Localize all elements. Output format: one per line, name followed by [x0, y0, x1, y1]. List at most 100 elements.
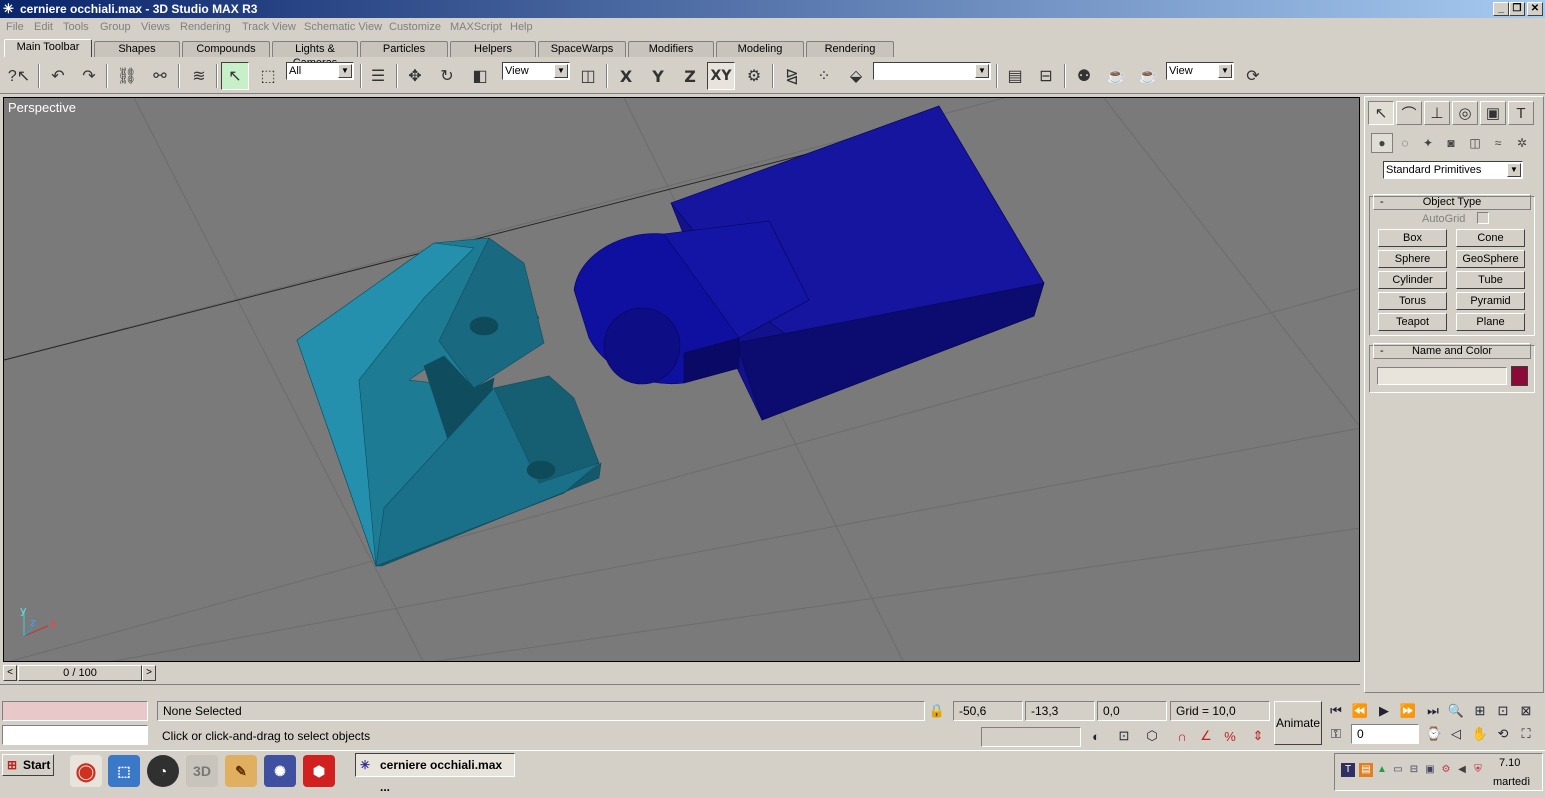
angle-snap-icon[interactable]: ∠: [1196, 726, 1216, 746]
plane-button[interactable]: Plane: [1456, 313, 1525, 331]
menu-file[interactable]: File: [6, 21, 24, 33]
restore-button[interactable]: ❐: [1509, 2, 1525, 16]
tube-button[interactable]: Tube: [1456, 271, 1525, 289]
geometry-icon[interactable]: ●: [1371, 133, 1393, 153]
arc-rotate-icon[interactable]: ⟲: [1493, 724, 1513, 744]
named-selection-dropdown[interactable]: ▼: [873, 62, 991, 80]
tray-drive-icon[interactable]: ▲: [1375, 763, 1389, 777]
go-to-start-icon[interactable]: ⏮: [1326, 701, 1346, 721]
menu-help[interactable]: Help: [510, 21, 533, 33]
play-icon[interactable]: ▶: [1374, 701, 1394, 721]
close-button[interactable]: ✕: [1527, 2, 1543, 16]
track-view-icon[interactable]: ▤: [1001, 62, 1029, 90]
move-icon[interactable]: ✥: [401, 62, 429, 90]
unlink-icon[interactable]: ⚯: [146, 62, 174, 90]
speedometer-icon[interactable]: ◔: [147, 755, 179, 787]
bind-spacewarp-icon[interactable]: ≋: [185, 62, 213, 90]
menu-tools[interactable]: Tools: [63, 21, 89, 33]
percent-snap-icon[interactable]: %: [1220, 726, 1240, 746]
reference-coord-dropdown[interactable]: View ▼: [502, 62, 570, 80]
time-next-button[interactable]: >: [142, 665, 156, 681]
animate-button[interactable]: Animate: [1274, 701, 1322, 745]
tab-rendering[interactable]: Rendering: [806, 41, 894, 57]
degradation-override-icon[interactable]: ◐: [1086, 726, 1106, 746]
z-coordinate-field[interactable]: 0,0: [1097, 701, 1167, 721]
file-manager-icon[interactable]: ⬚: [108, 755, 140, 787]
align-icon[interactable]: ⬙: [842, 62, 870, 90]
minimize-button[interactable]: _: [1493, 2, 1509, 16]
autogrid-checkbox[interactable]: [1477, 212, 1489, 224]
tray-app-icon[interactable]: T: [1341, 763, 1355, 777]
maxscript-input-field[interactable]: [2, 725, 148, 745]
tray-antivirus-icon[interactable]: ⛨: [1471, 763, 1485, 777]
track-bar[interactable]: [0, 684, 1360, 696]
tray-network-icon[interactable]: ⊟: [1407, 763, 1421, 777]
menu-edit[interactable]: Edit: [34, 21, 53, 33]
render-last-icon[interactable]: ⟳: [1239, 62, 1267, 90]
helpers-icon[interactable]: ◫: [1464, 133, 1486, 153]
pan-icon[interactable]: ✋: [1470, 724, 1490, 744]
zoom-icon[interactable]: 🔍: [1446, 701, 1466, 721]
render-type-dropdown[interactable]: View ▼: [1166, 62, 1234, 80]
box-button[interactable]: Box: [1378, 229, 1447, 247]
restrict-z-button[interactable]: Z: [676, 62, 704, 90]
quick-render-icon[interactable]: ☕: [1134, 62, 1162, 90]
render-scene-icon[interactable]: ☕: [1102, 62, 1130, 90]
menu-views[interactable]: Views: [141, 21, 170, 33]
tab-main-toolbar[interactable]: Main Toolbar: [4, 39, 92, 57]
time-tag-field[interactable]: [981, 727, 1081, 747]
object-color-swatch[interactable]: [1511, 366, 1528, 386]
scale-icon[interactable]: ◧: [466, 62, 494, 90]
zoom-all-icon[interactable]: ⊞: [1470, 701, 1490, 721]
crossing-selection-icon[interactable]: ⊡: [1114, 726, 1134, 746]
tray-display-icon[interactable]: ▣: [1423, 763, 1437, 777]
perspective-viewport[interactable]: y z x Perspective: [3, 97, 1360, 662]
menu-maxscript[interactable]: MAXScript: [450, 21, 502, 33]
tools-app-icon[interactable]: ✎: [225, 755, 257, 787]
cameras-icon[interactable]: ◙: [1440, 133, 1462, 153]
geosphere-button[interactable]: GeoSphere: [1456, 250, 1525, 268]
tray-security-icon[interactable]: ⚙: [1439, 763, 1453, 777]
utilities-panel-icon[interactable]: T: [1508, 101, 1534, 125]
pyramid-button[interactable]: Pyramid: [1456, 292, 1525, 310]
teapot-button[interactable]: Teapot: [1378, 313, 1447, 331]
maximize-viewport-icon[interactable]: ⛶: [1516, 724, 1536, 744]
snap-toggle-icon[interactable]: ∩: [1172, 726, 1192, 746]
tray-screen-icon[interactable]: ▭: [1391, 763, 1405, 777]
zoom-extents-all-icon[interactable]: ⊠: [1516, 701, 1536, 721]
next-frame-icon[interactable]: ⏩: [1398, 701, 1418, 721]
create-panel-icon[interactable]: ↖: [1368, 101, 1394, 125]
select-by-name-icon[interactable]: ☰: [364, 62, 392, 90]
tray-volume-icon[interactable]: ◀: [1455, 763, 1469, 777]
help-pointer-icon[interactable]: ?↖: [5, 62, 33, 90]
tab-lights-cameras[interactable]: Lights & Cameras: [272, 41, 358, 69]
systems-icon[interactable]: ✲: [1511, 133, 1533, 153]
lights-icon[interactable]: ✦: [1417, 133, 1439, 153]
tray-notes-icon[interactable]: ▤: [1359, 763, 1373, 777]
object-name-field[interactable]: [1377, 367, 1507, 385]
viewport-label[interactable]: Perspective: [8, 100, 76, 115]
selection-region-icon[interactable]: ⬚: [254, 62, 282, 90]
torus-button[interactable]: Torus: [1378, 292, 1447, 310]
cylinder-button[interactable]: Cylinder: [1378, 271, 1447, 289]
clock-time[interactable]: 7.10: [1499, 757, 1520, 769]
restrict-y-button[interactable]: Y: [644, 62, 672, 90]
lock-selection-icon[interactable]: 🔒: [927, 701, 947, 721]
spinner-snap-icon[interactable]: ⇕: [1248, 726, 1268, 746]
schematic-view-icon[interactable]: ⊟: [1032, 62, 1060, 90]
hierarchy-panel-icon[interactable]: ⊥: [1424, 101, 1450, 125]
restrict-x-button[interactable]: X: [612, 62, 640, 90]
sphere-button[interactable]: Sphere: [1378, 250, 1447, 268]
menu-schematic-view[interactable]: Schematic View: [304, 21, 382, 33]
select-object-icon[interactable]: ↖: [221, 62, 249, 90]
y-coordinate-field[interactable]: -13,3: [1025, 701, 1095, 721]
rotate-icon[interactable]: ↻: [433, 62, 461, 90]
category-dropdown[interactable]: Standard Primitives ▼: [1383, 161, 1523, 179]
motion-panel-icon[interactable]: ◎: [1452, 101, 1478, 125]
tab-helpers[interactable]: Helpers: [450, 41, 536, 57]
maxscript-listener-mini[interactable]: [2, 701, 148, 721]
zoom-extents-icon[interactable]: ⊡: [1493, 701, 1513, 721]
inverse-kinematics-icon[interactable]: ⚙: [740, 62, 768, 90]
current-frame-field[interactable]: 0: [1351, 724, 1419, 744]
taskbar-item-3dsmax[interactable]: ✳ cerniere occhiali.max ...: [355, 753, 515, 794]
